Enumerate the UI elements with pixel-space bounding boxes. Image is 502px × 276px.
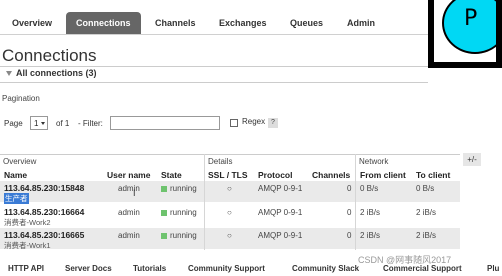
tab-exchanges[interactable]: Exchanges — [209, 12, 277, 34]
page-select[interactable]: 1 — [30, 116, 48, 130]
filter-input[interactable] — [110, 116, 220, 130]
tab-connections[interactable]: Connections — [66, 12, 141, 34]
tab-queues[interactable]: Queues — [280, 12, 333, 34]
from-client-cell: 0 B/s — [360, 184, 379, 193]
connection-name[interactable]: 113.64.85.230:16664 — [4, 207, 84, 217]
from-client-cell: 2 iB/s — [360, 208, 381, 217]
section-divider — [0, 82, 428, 83]
running-status-icon — [161, 232, 167, 239]
to-client-cell: 2 iB/s — [416, 208, 437, 217]
state-cell: running — [161, 184, 197, 193]
footer-link-tutorials[interactable]: Tutorials — [133, 264, 166, 273]
state-label: running — [170, 184, 197, 193]
connection-client-name: 消费者-Work1 — [4, 241, 51, 250]
protocol-cell: AMQP 0-9-1 — [258, 184, 303, 193]
group-overview: Overview — [0, 154, 204, 167]
regex-checkbox[interactable] — [230, 119, 238, 127]
group-divider — [204, 154, 205, 250]
col-ssl-tls[interactable]: SSL / TLS — [208, 170, 248, 180]
footer-link-plugins[interactable]: Plu — [487, 264, 499, 273]
to-client-cell: 2 iB/s — [416, 231, 437, 240]
top-nav: Overview Connections Channels Exchanges … — [0, 0, 502, 35]
tab-overview[interactable]: Overview — [2, 12, 62, 34]
tab-channels[interactable]: Channels — [145, 12, 206, 34]
protocol-cell: AMQP 0-9-1 — [258, 231, 303, 240]
title-divider — [0, 66, 428, 67]
running-status-icon — [161, 209, 167, 216]
regex-label: Regex — [242, 117, 266, 126]
watermark: CSDN @网事随风2017 — [358, 255, 452, 265]
connection-name[interactable]: 113.64.85.230:15848 — [4, 183, 84, 193]
table-row[interactable]: 113.64.85.230:16664 消费者-Work2 admin runn… — [0, 205, 460, 227]
from-client-cell: 2 iB/s — [360, 231, 381, 240]
protocol-cell: AMQP 0-9-1 — [258, 208, 303, 217]
text-cursor-icon: I — [133, 188, 136, 198]
col-name[interactable]: Name — [4, 170, 27, 180]
group-network: Network — [356, 154, 460, 167]
user-name: admin — [118, 231, 140, 240]
footer-link-community-support[interactable]: Community Support — [188, 264, 265, 273]
channels-cell: 0 — [347, 184, 352, 193]
connection-client-name: 生产者 — [4, 193, 29, 204]
connection-client-name: 消费者-Work2 — [4, 218, 51, 227]
ssl-cell: ○ — [227, 208, 232, 217]
page-select-value: 1 — [34, 119, 39, 128]
footer-link-community-slack[interactable]: Community Slack — [292, 264, 359, 273]
table-row[interactable]: 113.64.85.230:15848 生产者 admin running ○ … — [0, 181, 460, 204]
col-protocol[interactable]: Protocol — [258, 170, 292, 180]
columns-toggle-button[interactable]: +/- — [463, 153, 481, 166]
group-details: Details — [205, 154, 355, 167]
logo-overlay: P — [428, 0, 502, 68]
chevron-down-icon — [41, 122, 45, 125]
filter-label: - Filter: — [78, 119, 103, 128]
logo-circle-icon: P — [442, 0, 496, 54]
collapse-triangle-icon — [6, 71, 12, 77]
page-title: Connections — [2, 46, 97, 65]
state-cell: running — [161, 208, 197, 217]
footer-link-http-api[interactable]: HTTP API — [8, 264, 44, 273]
logo-panel: P — [434, 0, 496, 62]
pagination-label: Pagination — [2, 94, 40, 103]
col-state[interactable]: State — [161, 170, 182, 180]
col-from-client[interactable]: From client — [360, 170, 406, 180]
running-status-icon — [161, 185, 167, 192]
ssl-cell: ○ — [227, 231, 232, 240]
ssl-cell: ○ — [227, 184, 232, 193]
col-channels[interactable]: Channels — [312, 170, 350, 180]
channels-cell: 0 — [347, 231, 352, 240]
footer-link-server-docs[interactable]: Server Docs — [65, 264, 112, 273]
group-divider — [355, 154, 356, 250]
state-label: running — [170, 208, 197, 217]
page-count: of 1 — [56, 119, 70, 128]
user-name: admin — [118, 184, 140, 193]
section-label: All connections (3) — [16, 68, 97, 78]
page-label: Page — [4, 119, 23, 128]
table-row[interactable]: 113.64.85.230:16665 消费者-Work1 admin runn… — [0, 228, 460, 250]
col-to-client[interactable]: To client — [416, 170, 450, 180]
user-name: admin — [118, 208, 140, 217]
to-client-cell: 0 B/s — [416, 184, 435, 193]
col-user-name[interactable]: User name — [107, 170, 150, 180]
channels-cell: 0 — [347, 208, 352, 217]
help-icon[interactable]: ? — [268, 118, 278, 128]
all-connections-toggle[interactable]: All connections (3) — [6, 68, 97, 78]
state-label: running — [170, 231, 197, 240]
state-cell: running — [161, 231, 197, 240]
logo-letter: P — [464, 6, 478, 31]
tab-admin[interactable]: Admin — [337, 12, 385, 34]
connection-name[interactable]: 113.64.85.230:16665 — [4, 230, 84, 240]
